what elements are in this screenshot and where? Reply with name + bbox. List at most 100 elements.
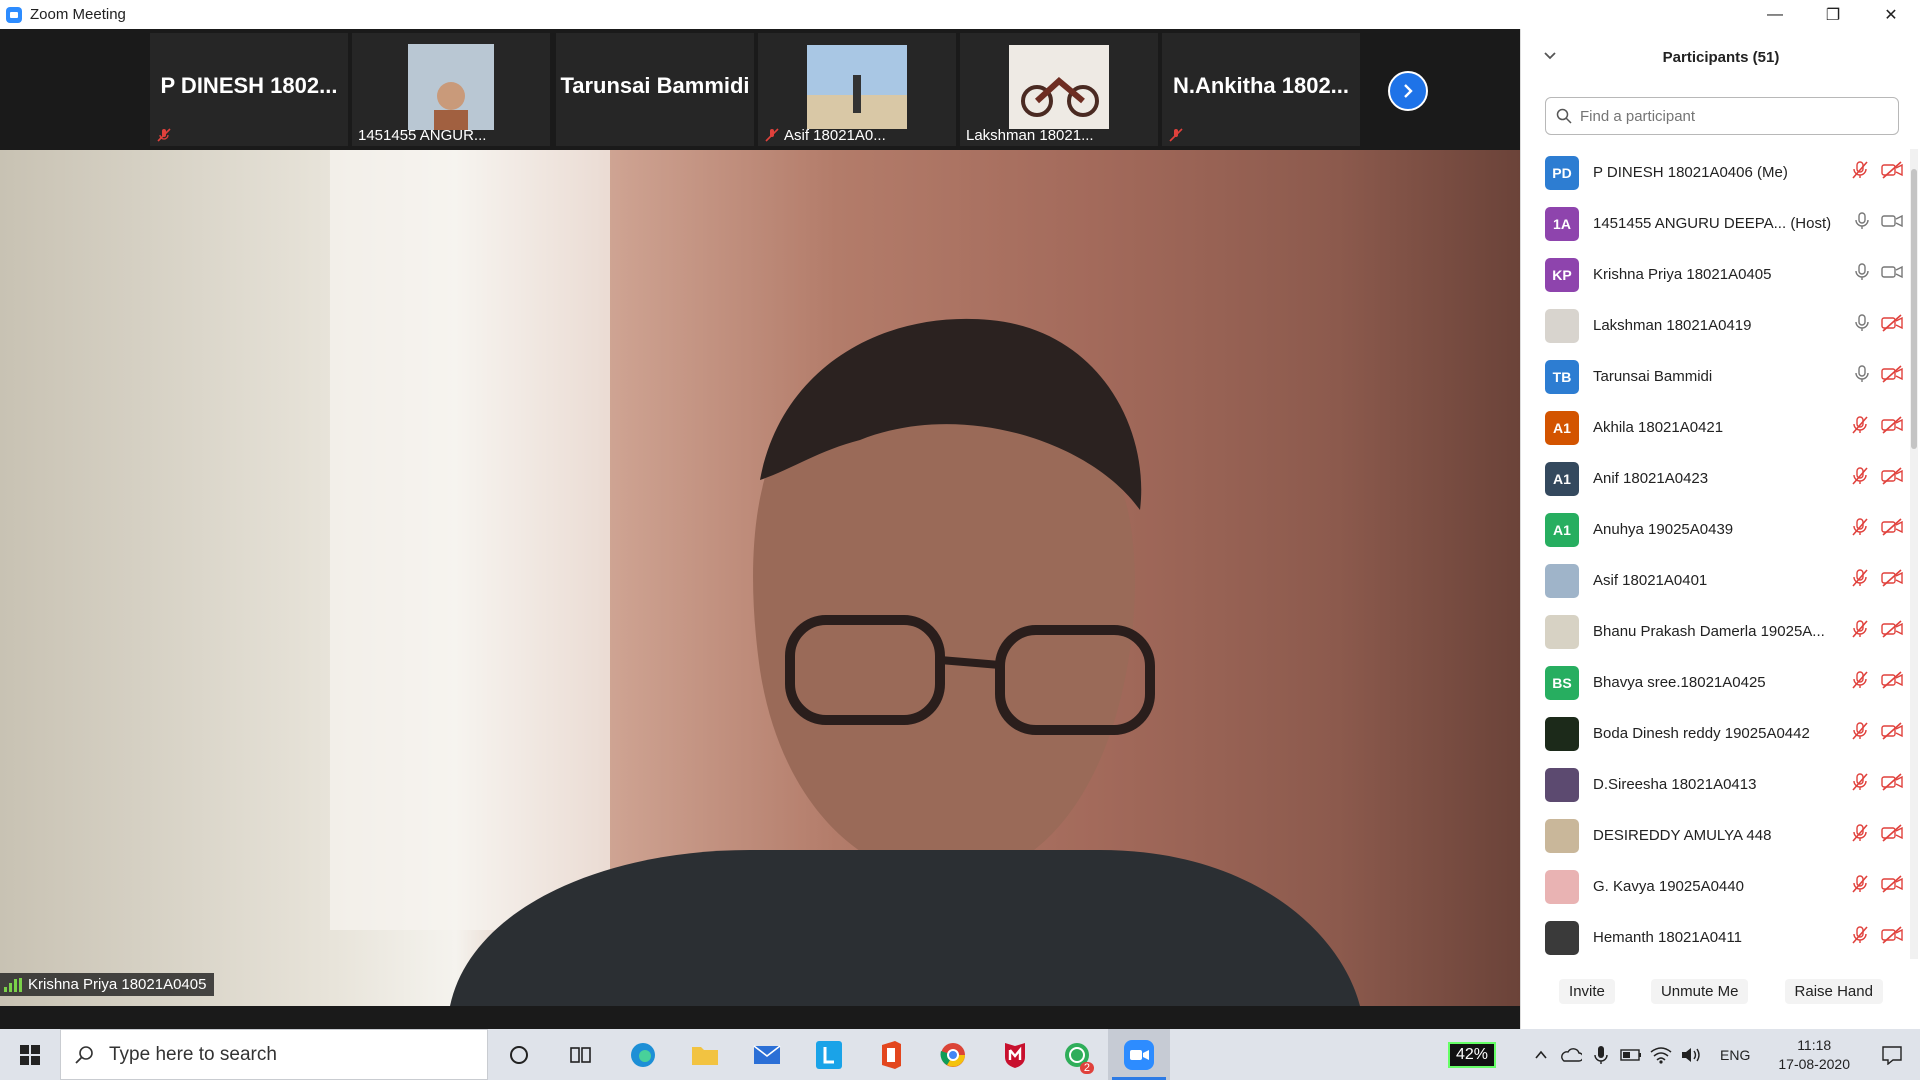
- participant-row[interactable]: Asif 18021A0401: [1521, 555, 1911, 606]
- input-language[interactable]: ENG: [1720, 1047, 1750, 1063]
- wifi-icon[interactable]: [1646, 1046, 1676, 1064]
- video-off-icon[interactable]: [1881, 365, 1903, 388]
- chevron-up-icon[interactable]: [1526, 1048, 1556, 1062]
- video-off-icon[interactable]: [1881, 518, 1903, 541]
- mic-icon[interactable]: [1855, 314, 1869, 337]
- video-off-icon[interactable]: [1881, 824, 1903, 847]
- thumbnail-video[interactable]: Asif 18021A0...: [758, 33, 956, 146]
- onedrive-cloud-icon[interactable]: [1556, 1047, 1586, 1062]
- mic-icon[interactable]: [1855, 263, 1869, 286]
- mic-muted-icon[interactable]: [1851, 569, 1869, 592]
- thumbnail-video[interactable]: Lakshman 18021...: [960, 33, 1158, 146]
- video-icon[interactable]: [1881, 265, 1903, 284]
- whatsapp-button[interactable]: 2: [1046, 1029, 1108, 1080]
- unmute-me-button[interactable]: Unmute Me: [1650, 979, 1749, 1004]
- video-off-icon[interactable]: [1881, 161, 1903, 184]
- participant-row[interactable]: Lakshman 18021A0419: [1521, 300, 1911, 351]
- participant-list-scrollbar[interactable]: [1910, 149, 1918, 959]
- participant-row[interactable]: DESIREDDY AMULYA 448: [1521, 810, 1911, 861]
- video-off-icon[interactable]: [1881, 467, 1903, 490]
- mic-muted-icon[interactable]: [1851, 671, 1869, 694]
- invite-button[interactable]: Invite: [1559, 979, 1615, 1004]
- mic-icon[interactable]: [1855, 212, 1869, 235]
- video-off-icon[interactable]: [1881, 620, 1903, 643]
- participant-row[interactable]: D.Sireesha 18021A0413: [1521, 759, 1911, 810]
- participant-row[interactable]: G. Kavya 19025A0440: [1521, 861, 1911, 912]
- participant-search-input[interactable]: [1580, 107, 1880, 125]
- mic-icon[interactable]: [1855, 365, 1869, 388]
- video-off-icon[interactable]: [1881, 671, 1903, 694]
- participant-row[interactable]: TB Tarunsai Bammidi: [1521, 351, 1911, 402]
- participant-row[interactable]: Hemanth 18021A0411: [1521, 912, 1911, 963]
- microphone-icon[interactable]: [1586, 1045, 1616, 1065]
- video-off-icon[interactable]: [1881, 926, 1903, 949]
- task-view-button[interactable]: [550, 1029, 612, 1080]
- chevron-down-icon[interactable]: [1543, 49, 1557, 63]
- battery-icon[interactable]: [1616, 1048, 1646, 1061]
- participant-row[interactable]: 1A 1451455 ANGURU DEEPA... (Host): [1521, 198, 1911, 249]
- video-off-icon[interactable]: [1881, 569, 1903, 592]
- avatar: [1545, 920, 1579, 955]
- participant-search[interactable]: [1545, 97, 1899, 135]
- participant-list: PD P DINESH 18021A0406 (Me) 1A 1451455 ANGU…: [1521, 147, 1911, 963]
- mic-muted-icon[interactable]: [1851, 161, 1869, 184]
- file-explorer-button[interactable]: [674, 1029, 736, 1080]
- video-off-icon[interactable]: [1881, 314, 1903, 337]
- avatar: [1545, 767, 1579, 802]
- chrome-button[interactable]: [922, 1029, 984, 1080]
- mic-muted-icon[interactable]: [1851, 467, 1869, 490]
- next-page-button[interactable]: [1388, 71, 1428, 111]
- mic-muted-icon[interactable]: [1851, 875, 1869, 898]
- office-button[interactable]: [860, 1029, 922, 1080]
- clock[interactable]: 11:18 17-08-2020: [1778, 1036, 1850, 1074]
- system-tray: 42% ENG 11:18 17-08-2020: [1448, 1029, 1920, 1080]
- chevron-right-icon: [1404, 84, 1413, 98]
- mic-muted-icon[interactable]: [1851, 416, 1869, 439]
- start-button[interactable]: [0, 1029, 60, 1080]
- mic-muted-icon[interactable]: [1851, 722, 1869, 745]
- participant-row[interactable]: KP Krishna Priya 18021A0405: [1521, 249, 1911, 300]
- active-speaker-video[interactable]: Krishna Priya 18021A0405: [0, 150, 1520, 1006]
- mcafee-button[interactable]: [984, 1029, 1046, 1080]
- raise-hand-button[interactable]: Raise Hand: [1784, 979, 1883, 1004]
- video-icon[interactable]: [1881, 214, 1903, 233]
- close-button[interactable]: ✕: [1862, 0, 1920, 29]
- taskbar-search[interactable]: Type here to search: [60, 1029, 488, 1080]
- participant-row[interactable]: Boda Dinesh reddy 19025A0442: [1521, 708, 1911, 759]
- participant-row[interactable]: PD P DINESH 18021A0406 (Me): [1521, 147, 1911, 198]
- participant-row[interactable]: A1 Akhila 18021A0421: [1521, 402, 1911, 453]
- mic-muted-icon[interactable]: [1851, 824, 1869, 847]
- mic-muted-icon: [1169, 128, 1183, 142]
- minimize-button[interactable]: —: [1746, 0, 1804, 29]
- participant-row[interactable]: A1 Anuhya 19025A0439: [1521, 504, 1911, 555]
- thumbnail-video[interactable]: 1451455 ANGUR...: [352, 33, 550, 146]
- zoom-taskbar-button[interactable]: [1108, 1029, 1170, 1080]
- edge-button[interactable]: [612, 1029, 674, 1080]
- thumbnail-video[interactable]: N.Ankitha 1802...: [1162, 33, 1360, 146]
- battery-indicator[interactable]: 42%: [1448, 1041, 1497, 1068]
- cortana-button[interactable]: [488, 1029, 550, 1080]
- avatar: PD: [1545, 155, 1579, 190]
- participant-row[interactable]: Bhanu Prakash Damerla 19025A...: [1521, 606, 1911, 657]
- video-off-icon[interactable]: [1881, 875, 1903, 898]
- scroll-thumb[interactable]: [1911, 169, 1917, 449]
- lens-app-button[interactable]: [798, 1029, 860, 1080]
- mail-button[interactable]: [736, 1029, 798, 1080]
- thumbnail-video[interactable]: Tarunsai Bammidi: [556, 33, 754, 146]
- thumbnail-video[interactable]: P DINESH 1802...: [150, 33, 348, 146]
- video-off-icon[interactable]: [1881, 722, 1903, 745]
- window-controls: — ❐ ✕: [1746, 0, 1920, 29]
- notification-center-icon[interactable]: [1864, 1045, 1920, 1065]
- volume-icon[interactable]: [1676, 1046, 1706, 1064]
- video-off-icon[interactable]: [1881, 416, 1903, 439]
- participant-status-icons: [1851, 416, 1903, 439]
- restore-button[interactable]: ❐: [1804, 0, 1862, 29]
- participant-name: Anuhya 19025A0439: [1593, 521, 1734, 538]
- mic-muted-icon[interactable]: [1851, 620, 1869, 643]
- video-off-icon[interactable]: [1881, 773, 1903, 796]
- mic-muted-icon[interactable]: [1851, 773, 1869, 796]
- participant-row[interactable]: BS Bhavya sree.18021A0425: [1521, 657, 1911, 708]
- participant-row[interactable]: A1 Anif 18021A0423: [1521, 453, 1911, 504]
- mic-muted-icon[interactable]: [1851, 926, 1869, 949]
- mic-muted-icon[interactable]: [1851, 518, 1869, 541]
